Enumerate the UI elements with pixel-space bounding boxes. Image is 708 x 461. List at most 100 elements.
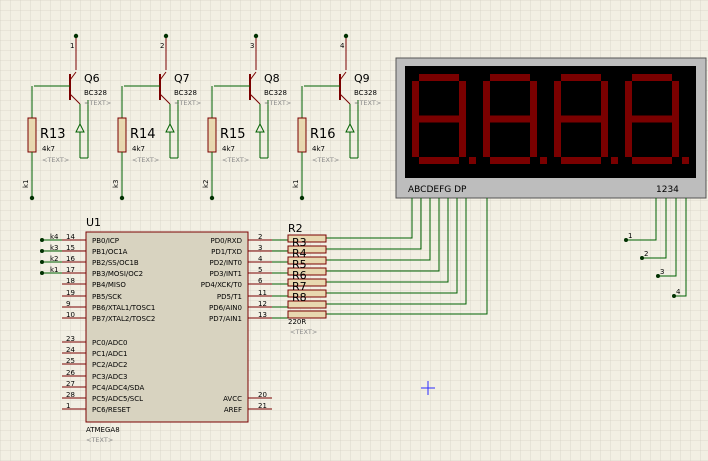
transistor-ref: Q7 bbox=[174, 72, 190, 85]
segment-dp bbox=[682, 157, 689, 164]
resistor-net-label: k1 bbox=[292, 179, 300, 188]
segment-g bbox=[419, 115, 459, 123]
pin-name: PD5/T1 bbox=[217, 293, 242, 301]
segment-c bbox=[459, 119, 466, 157]
rpack-ref: R2 bbox=[288, 222, 303, 235]
transistor-text-placeholder: <TEXT> bbox=[174, 99, 201, 107]
pin-number: 26 bbox=[66, 369, 75, 377]
mcu-ref: U1 bbox=[86, 216, 101, 229]
segment-g bbox=[561, 115, 601, 123]
stage-pin-number: 4 bbox=[340, 42, 345, 50]
rpack-sub-ref: R8 bbox=[292, 291, 307, 304]
digit-net-label: 1 bbox=[628, 232, 632, 240]
transistor-ref: Q9 bbox=[354, 72, 370, 85]
transistor-ref: Q6 bbox=[84, 72, 100, 85]
pin-number: 14 bbox=[66, 233, 75, 241]
pin-net: k4 bbox=[50, 233, 59, 241]
pin-name: AVCC bbox=[223, 395, 242, 403]
seven-segment-display[interactable]: ABCDEFG DP 1234 bbox=[395, 57, 707, 199]
pin-number: 10 bbox=[66, 311, 75, 319]
pin-number: 18 bbox=[66, 277, 75, 285]
pin-name: PD1/TXD bbox=[211, 248, 242, 256]
pin-name: PD4/XCK/T0 bbox=[201, 281, 242, 289]
pin-number: 21 bbox=[258, 402, 267, 410]
pin-name: PC6/RESET bbox=[92, 406, 131, 414]
resistor-value: 4k7 bbox=[312, 145, 325, 153]
segment-b bbox=[530, 81, 537, 119]
segment-a bbox=[561, 74, 601, 81]
segment-e bbox=[554, 119, 561, 157]
segment-f bbox=[483, 81, 490, 119]
pin-number: 25 bbox=[66, 357, 75, 365]
resistor-text-placeholder: <TEXT> bbox=[42, 156, 69, 164]
pin-number: 5 bbox=[258, 266, 262, 274]
pin-number: 4 bbox=[258, 255, 263, 263]
pin-name: PB3/MOSI/OC2 bbox=[92, 270, 143, 278]
pin-name: PD3/INT1 bbox=[210, 270, 242, 278]
transistor-type: BC328 bbox=[174, 89, 197, 97]
resistor-text-placeholder: <TEXT> bbox=[312, 156, 339, 164]
pin-number: 24 bbox=[66, 346, 75, 354]
stage-pin-number: 2 bbox=[160, 42, 164, 50]
pin-name: PD2/INT0 bbox=[210, 259, 242, 267]
segment-dp bbox=[540, 157, 547, 164]
transistor-type: BC328 bbox=[84, 89, 107, 97]
pin-net: k2 bbox=[50, 255, 59, 263]
pin-number: 1 bbox=[66, 402, 70, 410]
pin-number: 3 bbox=[258, 244, 262, 252]
digit-net-label: 2 bbox=[644, 250, 648, 258]
pin-name: PD0/RXD bbox=[211, 237, 242, 245]
pin-net: k1 bbox=[50, 266, 59, 274]
segment-dp bbox=[611, 157, 618, 164]
pin-number: 16 bbox=[66, 255, 75, 263]
segment-dp bbox=[469, 157, 476, 164]
resistor-ref: R16 bbox=[310, 127, 336, 142]
pin-number: 12 bbox=[258, 300, 267, 308]
pin-number: 9 bbox=[66, 300, 70, 308]
schematic-canvas[interactable]: 1 Q6 BC328 <TEXT> R13 4k7 <TEXT> k1 2 Q7 BC328 <TEX… bbox=[0, 0, 708, 461]
segment-b bbox=[672, 81, 679, 119]
pin-name: PD6/AIN0 bbox=[209, 304, 242, 312]
pin-name: PC2/ADC2 bbox=[92, 361, 127, 369]
pin-number: 19 bbox=[66, 289, 75, 297]
pin-name: PC1/ADC1 bbox=[92, 350, 127, 358]
pin-name: PC0/ADC0 bbox=[92, 339, 127, 347]
transistor-text-placeholder: <TEXT> bbox=[84, 99, 111, 107]
segment-e bbox=[625, 119, 632, 157]
transistor-type: BC328 bbox=[354, 89, 377, 97]
mcu-text-placeholder: <TEXT> bbox=[86, 436, 113, 444]
pin-number: 28 bbox=[66, 391, 75, 399]
pin-number: 11 bbox=[258, 289, 267, 297]
resistor-net-label: k2 bbox=[202, 179, 210, 188]
resistor-text-placeholder: <TEXT> bbox=[132, 156, 159, 164]
pin-name: PD7/AIN1 bbox=[209, 315, 242, 323]
segment-d bbox=[490, 157, 530, 164]
pin-name: PB1/OC1A bbox=[92, 248, 128, 256]
pin-number: 17 bbox=[66, 266, 75, 274]
pin-name: PB7/XTAL2/TOSC2 bbox=[92, 315, 155, 323]
pin-name: PB5/SCK bbox=[92, 293, 122, 301]
pin-number: 15 bbox=[66, 244, 75, 252]
segment-c bbox=[672, 119, 679, 157]
segment-f bbox=[412, 81, 419, 119]
digit-net-label: 4 bbox=[676, 288, 681, 296]
schematic: 1 Q6 BC328 <TEXT> R13 4k7 <TEXT> k1 2 Q7 BC328 <TEX… bbox=[0, 0, 708, 461]
segment-a bbox=[632, 74, 672, 81]
pin-name: PB2/SS/OC1B bbox=[92, 259, 139, 267]
segment-d bbox=[419, 157, 459, 164]
pin-number: 13 bbox=[258, 311, 267, 319]
resistor-value: 4k7 bbox=[132, 145, 145, 153]
transistor-ref: Q8 bbox=[264, 72, 280, 85]
mcu-part: ATMEGA8 bbox=[86, 426, 120, 434]
rpack-value: 220R bbox=[288, 318, 306, 326]
pin-name: PC4/ADC4/SDA bbox=[92, 384, 145, 392]
pin-name: PB0/ICP bbox=[92, 237, 119, 245]
pin-number: 20 bbox=[258, 391, 267, 399]
segment-e bbox=[412, 119, 419, 157]
segment-d bbox=[632, 157, 672, 164]
resistor-ref: R15 bbox=[220, 127, 246, 142]
resistor-text-placeholder: <TEXT> bbox=[222, 156, 249, 164]
segment-c bbox=[530, 119, 537, 157]
pin-number: 23 bbox=[66, 335, 75, 343]
resistor-ref: R14 bbox=[130, 127, 156, 142]
